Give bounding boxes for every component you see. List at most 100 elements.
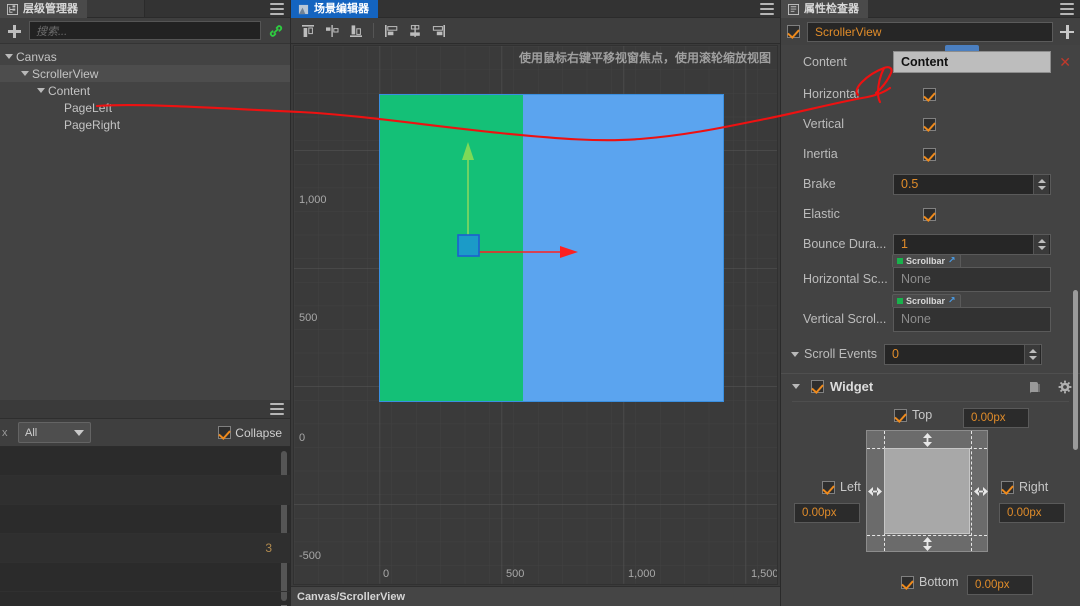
tab-scene-editor[interactable]: 场景编辑器 [291,0,378,18]
scene-viewport[interactable]: 使用鼠标右键平移视窗焦点，使用滚轮缩放视图 1,000 500 0 -500 0 500… [293,45,778,585]
widget-left-toggle[interactable]: Left [822,480,861,494]
chevron-down-icon[interactable] [1037,185,1046,190]
brake-stepper[interactable] [1033,174,1049,194]
inspector-menu-button[interactable] [1060,3,1074,15]
console-collapse-toggle[interactable]: Collapse [218,426,282,440]
collapse-checkbox[interactable] [218,426,232,439]
tree-item-canvas[interactable]: Canvas [0,48,290,65]
tab-hierarchy[interactable]: 层级管理器 [0,0,87,18]
book-icon[interactable] [1028,380,1042,394]
vertical-checkbox[interactable] [923,117,936,131]
tree-item-label: ScrollerView [32,66,99,81]
widget-right-toggle[interactable]: Right [1001,480,1048,494]
tree-item-content[interactable]: Content [0,82,290,99]
align-horizontal-center-icon [410,24,420,37]
component-color-dot [897,297,903,304]
arrow-vertical-icon [923,433,932,447]
widget-left-value[interactable]: 0.00px [794,503,860,523]
widget-inner-rect [884,448,970,534]
value-text: 1 [901,237,908,251]
link-icon[interactable] [268,23,284,39]
widget-right-value[interactable]: 0.00px [999,503,1065,523]
align-top-button[interactable] [297,21,319,41]
inspector-panel: 属性检查器 ScrollerView Content Content ✕ Horizo… [780,0,1080,606]
align-middle-v-button[interactable] [321,21,343,41]
scroll-events-input[interactable]: 0 [884,343,1042,365]
widget-left-checkbox[interactable] [822,480,835,494]
align-right-button[interactable] [428,21,450,41]
add-component-button[interactable] [1060,24,1074,39]
align-right-icon [432,24,445,37]
console-log-row[interactable] [0,505,290,534]
search-input[interactable]: 搜索... [29,21,261,40]
tree-item-scrollerview[interactable]: ScrollerView [0,65,290,82]
widget-bottom-value[interactable]: 0.00px [967,575,1033,595]
console-log-row[interactable]: 3 [0,534,290,563]
bounce-duration-input[interactable]: 1 [893,233,1051,255]
scene-editor-panel: 场景编辑器 使用鼠标右键平移视窗焦点，使用滚轮缩放视图 1,000 500 0 … [291,0,780,606]
console-filter-select[interactable]: All [18,422,91,443]
inertia-checkbox[interactable] [923,147,936,161]
tabbar-filler [145,0,290,17]
inspector-scrollbar[interactable] [1073,290,1078,450]
horizontal-checkbox[interactable] [923,87,936,101]
add-node-button[interactable] [6,23,22,39]
tree-item-pageright[interactable]: PageRight [0,116,290,133]
tab-inspector[interactable]: 属性检查器 [781,0,868,18]
property-row-vertical: Vertical [781,109,1080,139]
horizontal-scrollbar-drop-field[interactable]: None [893,266,1051,292]
vertical-scrollbar-drop-field[interactable]: None [893,306,1051,332]
scroll-events-stepper[interactable] [1024,344,1040,364]
node-header: ScrollerView [781,18,1080,45]
value-text: Content [901,55,949,69]
scene-menu-button[interactable] [760,3,774,15]
property-label: Inertia [803,147,838,161]
console-log-row[interactable] [0,447,290,476]
console-menu-button[interactable] [270,403,284,415]
chevron-up-icon[interactable] [1037,178,1046,183]
widget-right-checkbox[interactable] [1001,480,1014,494]
console-log-list[interactable]: 3 [0,447,290,606]
chevron-up-icon[interactable] [1028,348,1037,353]
hierarchy-menu-button[interactable] [270,3,284,15]
console-log-row[interactable] [0,476,290,505]
widget-top-toggle[interactable]: Top [894,408,932,422]
content-object-field[interactable]: Content ✕ [893,51,1071,73]
widget-left-label: Left [840,480,861,494]
bounce-duration-stepper[interactable] [1033,234,1049,254]
tree-item-pageleft[interactable]: PageLeft [0,99,290,116]
widget-enabled-checkbox[interactable] [811,380,824,393]
chevron-down-icon[interactable] [1028,355,1037,360]
widget-bottom-checkbox[interactable] [901,575,914,589]
chevron-down-icon[interactable] [36,85,47,96]
open-external-icon[interactable]: ↗ [948,295,956,306]
chevron-down-icon[interactable] [791,351,799,357]
clear-content-button[interactable]: ✕ [1059,54,1071,71]
node-name-input[interactable]: ScrollerView [807,21,1053,42]
chevron-down-icon[interactable] [20,68,31,79]
widget-top-checkbox[interactable] [894,408,907,422]
align-center-h-button[interactable] [404,21,426,41]
brake-input[interactable]: 0.5 [893,173,1051,195]
y-tick-label: 500 [299,312,318,324]
chevron-down-icon[interactable] [4,51,15,62]
widget-top-value[interactable]: 0.00px [963,408,1029,428]
property-label: Horizontal Sc... [803,272,888,286]
chevron-down-icon[interactable] [1037,245,1046,250]
arrow-horizontal-icon-2 [974,487,988,496]
align-bottom-button[interactable] [345,21,367,41]
chevron-down-icon[interactable] [792,384,800,389]
widget-bottom-toggle[interactable]: Bottom [901,575,959,589]
gear-icon[interactable] [1058,380,1072,394]
console-log-row[interactable] [0,563,290,592]
badge-label: Scrollbar [906,295,946,306]
elastic-checkbox[interactable] [923,207,936,221]
align-left-button[interactable] [380,21,402,41]
chevron-up-icon[interactable] [1037,238,1046,243]
node-enabled-checkbox[interactable] [787,25,800,38]
tab-slot-empty[interactable] [87,0,145,17]
transform-gizmo[interactable] [444,134,584,264]
open-external-icon[interactable]: ↗ [948,255,956,266]
console-clear-button[interactable]: x [2,427,10,439]
